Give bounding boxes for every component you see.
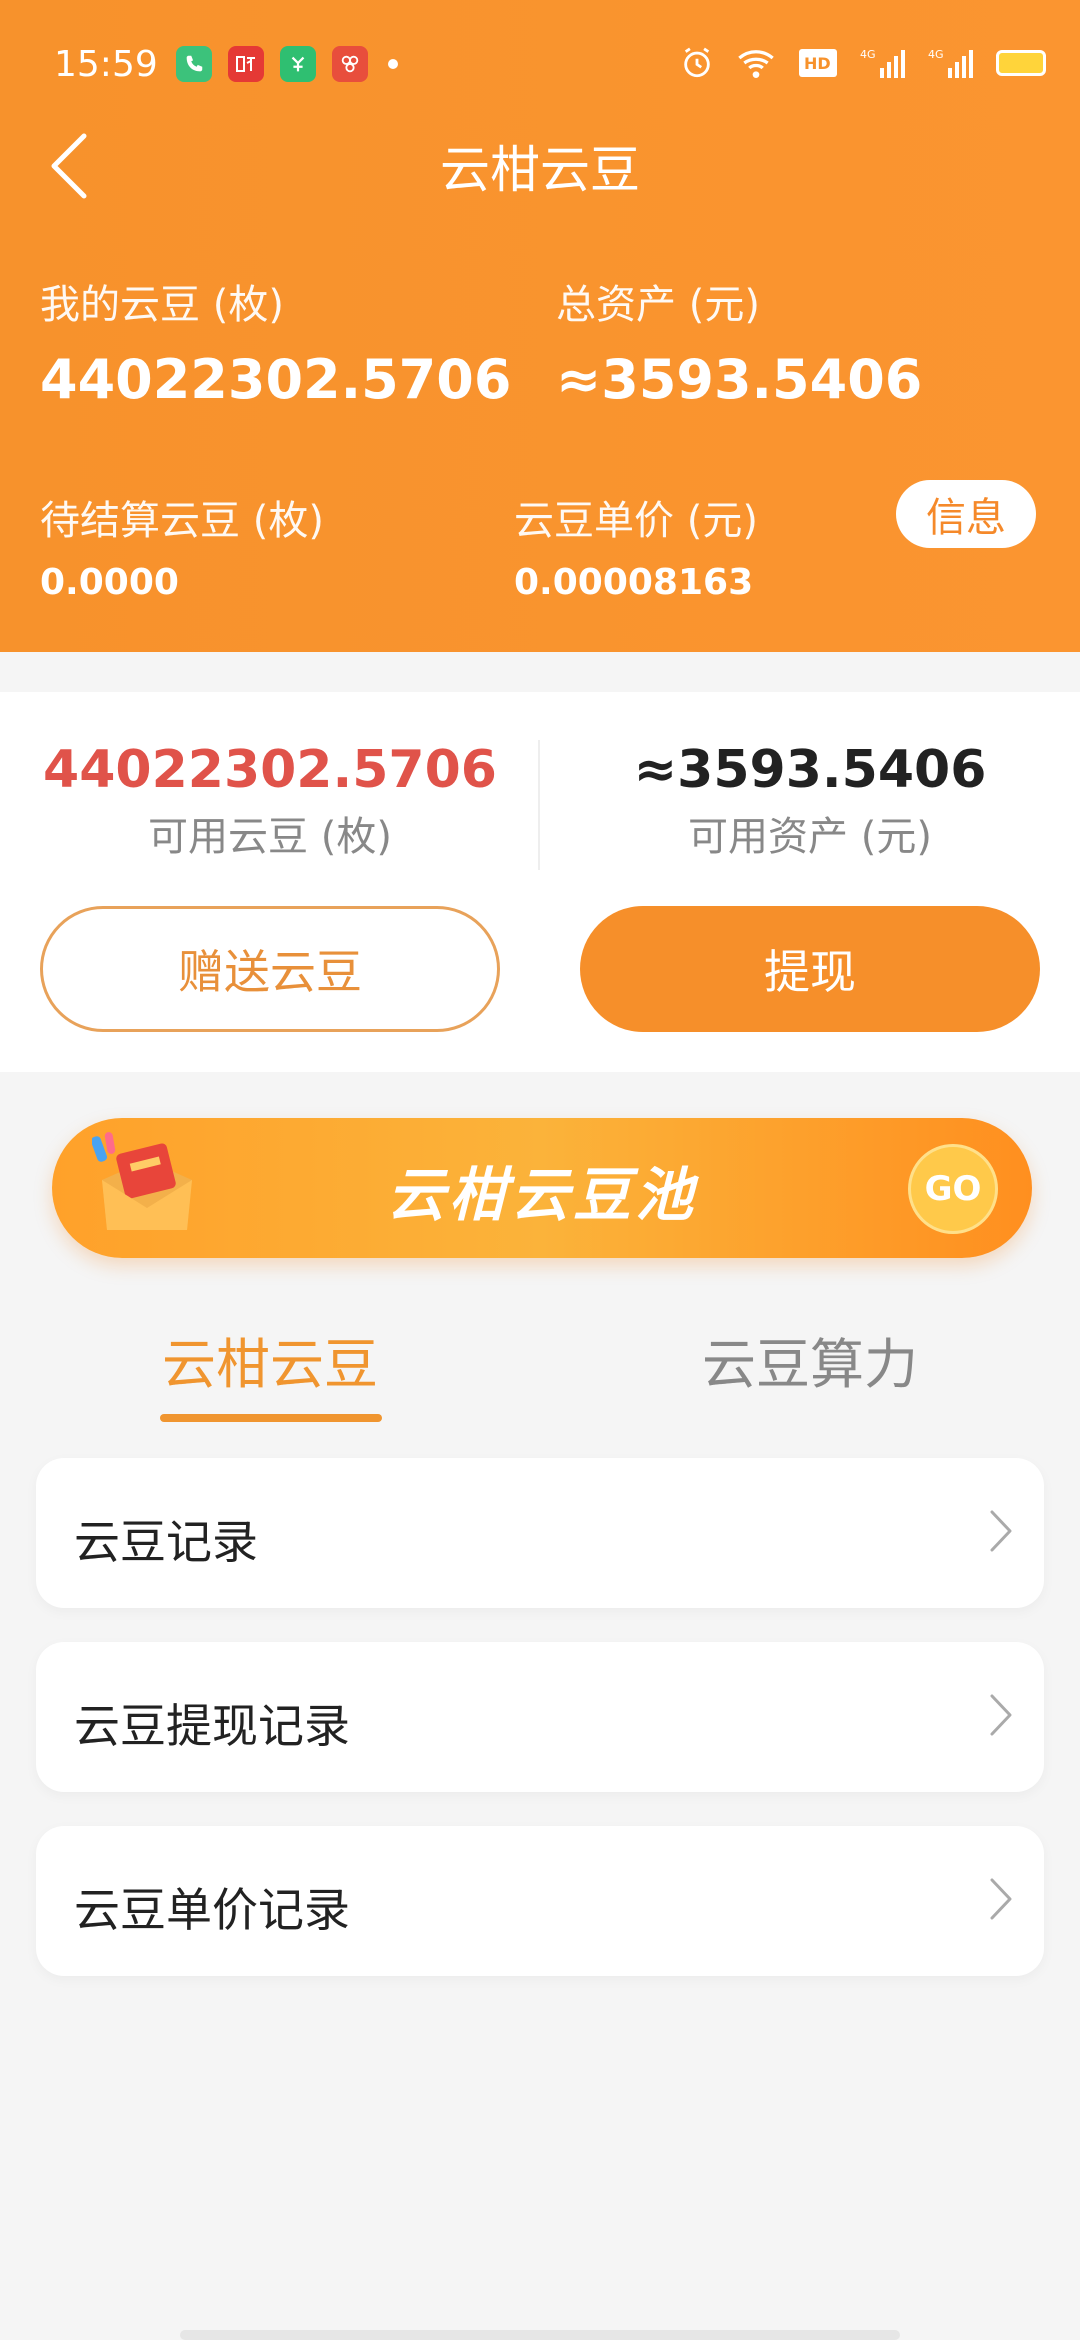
available-beans: 44022302.5706 可用云豆 (枚) <box>0 740 540 862</box>
notification-icons <box>176 46 398 82</box>
nav-bar: 云柑云豆 <box>0 120 1080 210</box>
4g-signal-icon: 4G <box>928 48 973 78</box>
banner-title: 云柑云豆池 <box>386 1161 697 1229</box>
bean-pool-banner[interactable]: 云柑云豆池 GO <box>52 1118 1032 1258</box>
more-notifications-dot <box>388 59 398 69</box>
available-assets-value: ≈3593.5406 <box>633 740 987 800</box>
tab-yungan-beans[interactable]: 云柑云豆 <box>0 1320 540 1399</box>
alarm-icon <box>684 47 710 78</box>
available-assets: ≈3593.5406 可用资产 (元) <box>540 740 1080 862</box>
page-title: 云柑云豆 <box>440 141 640 199</box>
chevron-right-icon <box>990 1878 1012 1920</box>
svg-text:HD: HD <box>804 54 831 73</box>
status-time: 15:59 <box>54 44 158 85</box>
svg-text:4G: 4G <box>860 48 876 61</box>
wifi-icon <box>738 50 774 78</box>
gift-beans-button[interactable]: 赠送云豆 <box>40 906 500 1032</box>
total-assets-label: 总资产 (元) <box>556 282 760 328</box>
my-beans-stat: 我的云豆 (枚) 44022302.5706 <box>40 272 511 411</box>
total-assets-stat: 总资产 (元) ≈3593.5406 <box>556 272 922 411</box>
my-beans-label: 我的云豆 (枚) <box>40 282 284 328</box>
system-icons: HD 4G 4G <box>680 46 1046 80</box>
tab-bean-hashrate[interactable]: 云豆算力 <box>540 1320 1080 1399</box>
unit-price-stat: 云豆单价 (元) 0.00008163 <box>514 488 758 603</box>
chevron-right-icon <box>990 1694 1012 1736</box>
list-item-price-records[interactable]: 云豆单价记录 <box>36 1826 1044 1976</box>
balance-card: 44022302.5706 可用云豆 (枚) ≈3593.5406 可用资产 (… <box>0 692 1080 1072</box>
green-app-icon <box>280 46 316 82</box>
home-indicator[interactable] <box>180 2330 900 2340</box>
red-app-icon <box>332 46 368 82</box>
tab-bar: 云柑云豆 云豆算力 <box>0 1320 1080 1430</box>
available-beans-value: 44022302.5706 <box>43 740 497 800</box>
active-tab-indicator <box>160 1414 382 1422</box>
pending-beans-label: 待结算云豆 (枚) <box>40 498 324 544</box>
list-item-bean-records[interactable]: 云豆记录 <box>36 1458 1044 1608</box>
available-assets-label: 可用资产 (元) <box>688 814 932 860</box>
list-item-label: 云豆记录 <box>74 1515 258 1569</box>
pending-beans-value: 0.0000 <box>40 562 179 603</box>
phone-icon <box>176 46 212 82</box>
available-beans-label: 可用云豆 (枚) <box>148 814 392 860</box>
hd-icon: HD <box>799 49 837 77</box>
svg-text:4G: 4G <box>928 48 944 61</box>
battery-icon <box>996 50 1046 76</box>
4g-signal-icon: 4G <box>860 48 905 78</box>
withdraw-button[interactable]: 提现 <box>580 906 1040 1032</box>
list-item-label: 云豆单价记录 <box>74 1883 350 1937</box>
listen-icon <box>228 46 264 82</box>
header-panel: 15:59 HD 4G 4G 云柑云豆 我的云豆 (枚) 44022302.57… <box>0 0 1080 652</box>
unit-price-label: 云豆单价 (元) <box>514 498 758 544</box>
status-bar: 15:59 HD 4G 4G <box>0 40 1080 94</box>
pending-beans-stat: 待结算云豆 (枚) 0.0000 <box>40 488 324 603</box>
unit-price-value: 0.00008163 <box>514 562 754 603</box>
chevron-right-icon <box>990 1510 1012 1552</box>
my-beans-value: 44022302.5706 <box>40 348 512 411</box>
list-item-withdraw-records[interactable]: 云豆提现记录 <box>36 1642 1044 1792</box>
total-assets-value: ≈3593.5406 <box>556 348 923 411</box>
info-button[interactable]: 信息 <box>896 480 1036 548</box>
go-button[interactable]: GO <box>908 1144 998 1234</box>
list-item-label: 云豆提现记录 <box>74 1699 350 1753</box>
